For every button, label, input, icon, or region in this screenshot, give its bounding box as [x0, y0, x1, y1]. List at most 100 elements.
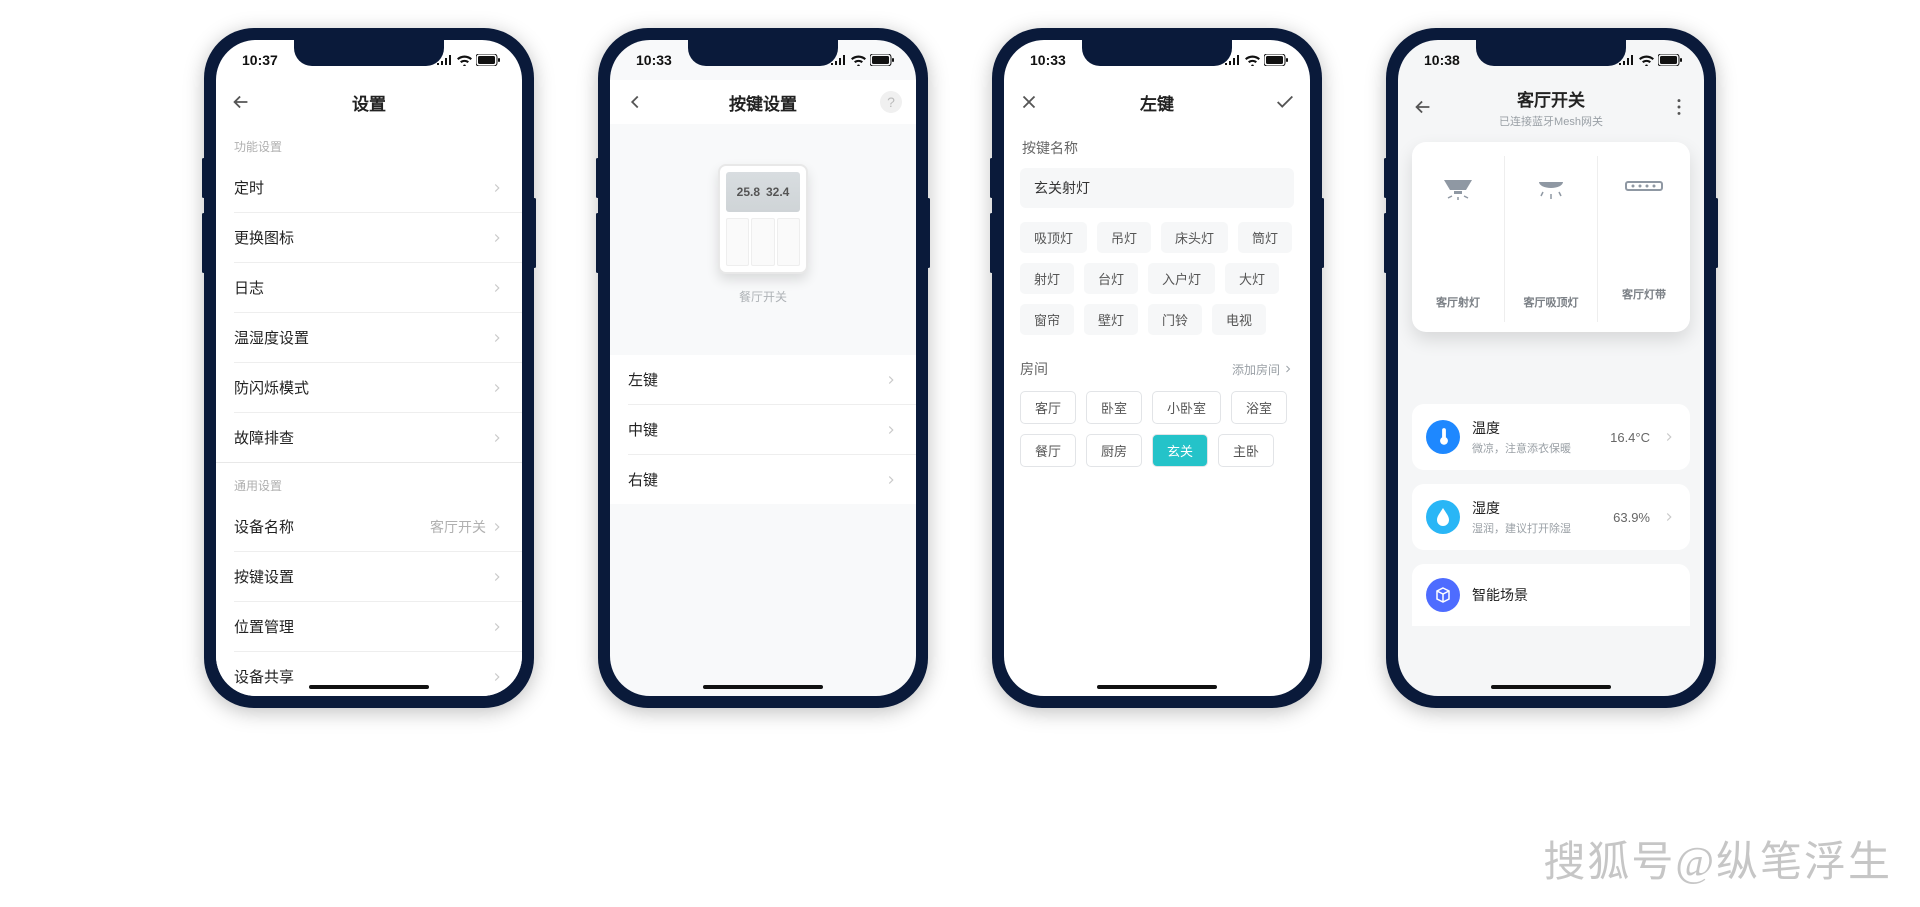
name-tag[interactable]: 入户灯 [1148, 263, 1215, 294]
settings-row[interactable]: 设备名称 客厅开关 [216, 502, 522, 551]
row-value: 客厅开关 [430, 517, 486, 537]
switch-2[interactable]: 客厅灯带 [1598, 156, 1690, 322]
switch-card: 客厅射灯 客厅吸顶灯 客厅灯带 [1412, 142, 1690, 332]
watermark: 搜狐号@纵笔浮生 [1543, 828, 1892, 889]
settings-row[interactable]: 日志 [216, 263, 522, 312]
humidity-row[interactable]: 湿度 湿润，建议打开除湿 63.9% [1412, 484, 1690, 550]
scene-row[interactable]: 智能场景 [1412, 564, 1690, 626]
name-tag[interactable]: 窗帘 [1020, 304, 1074, 335]
settings-row[interactable]: 位置管理 [216, 602, 522, 651]
settings-row[interactable]: 故障排查 [216, 413, 522, 462]
section-header-general: 通用设置 [216, 463, 522, 502]
key-name-input[interactable] [1020, 168, 1294, 208]
home-indicator[interactable] [309, 685, 429, 689]
room-tag[interactable]: 浴室 [1231, 391, 1287, 424]
confirm-button[interactable] [1274, 80, 1296, 124]
battery-icon [1264, 54, 1288, 66]
hum-title: 湿度 [1472, 498, 1601, 518]
switch-2-label: 客厅灯带 [1622, 286, 1666, 302]
room-tag[interactable]: 小卧室 [1152, 391, 1221, 424]
navbar: 左键 [1004, 80, 1310, 124]
name-tag[interactable]: 射灯 [1020, 263, 1074, 294]
key-row[interactable]: 左键 [610, 355, 916, 404]
name-tag[interactable]: 电视 [1212, 304, 1266, 335]
chevron-right-icon [490, 520, 504, 534]
name-tag[interactable]: 壁灯 [1084, 304, 1138, 335]
key-row[interactable]: 中键 [610, 405, 916, 454]
settings-row[interactable]: 更换图标 [216, 213, 522, 262]
spotlight-icon [1440, 176, 1476, 204]
chevron-right-icon [884, 423, 898, 437]
page-title: 客厅开关 [1499, 86, 1603, 111]
room-tag[interactable]: 厨房 [1086, 434, 1142, 467]
chevron-left-icon [624, 91, 646, 113]
switch-1[interactable]: 客厅吸顶灯 [1505, 156, 1598, 322]
name-tag[interactable]: 筒灯 [1238, 222, 1292, 253]
page-title: 左键 [1140, 90, 1174, 115]
chevron-right-icon [884, 373, 898, 387]
check-icon [1274, 91, 1296, 113]
back-button[interactable] [230, 80, 252, 124]
battery-icon [476, 54, 500, 66]
switch-0[interactable]: 客厅射灯 [1412, 156, 1505, 322]
navbar: 客厅开关 已连接蓝牙Mesh网关 [1398, 80, 1704, 134]
row-label: 设备名称 [234, 516, 294, 537]
name-tag[interactable]: 吊灯 [1097, 222, 1151, 253]
room-tag[interactable]: 餐厅 [1020, 434, 1076, 467]
room-tag[interactable]: 客厅 [1020, 391, 1076, 424]
home-indicator[interactable] [1097, 685, 1217, 689]
room-tag[interactable]: 玄关 [1152, 434, 1208, 467]
room-tag[interactable]: 主卧 [1218, 434, 1274, 467]
back-button[interactable] [1412, 80, 1434, 134]
phone-frame-1: 10:37 设置 功能设置 定时更换图标日志温湿度设置防闪烁模式故障排查 通用设… [204, 28, 534, 708]
close-button[interactable] [1018, 80, 1040, 124]
status-time: 10:33 [636, 52, 672, 68]
key-name-label: 按键名称 [1020, 124, 1294, 168]
settings-row[interactable]: 温湿度设置 [216, 313, 522, 362]
device-hum: 32.4 [766, 185, 789, 199]
light-strip-icon [1624, 176, 1664, 196]
chevron-right-icon [490, 570, 504, 584]
temp-title: 温度 [1472, 418, 1598, 438]
add-room-button[interactable]: 添加房间 [1232, 361, 1294, 378]
phone-frame-2: 10:33 按键设置 ? 25.8 [598, 28, 928, 708]
navbar: 按键设置 ? [610, 80, 916, 124]
name-tag[interactable]: 大灯 [1225, 263, 1279, 294]
wifi-icon [1639, 55, 1654, 66]
row-label: 温湿度设置 [234, 327, 309, 348]
temp-value: 16.4°C [1610, 430, 1650, 445]
key-row[interactable]: 右键 [610, 455, 916, 504]
key-label: 中键 [628, 419, 658, 440]
settings-list: 功能设置 定时更换图标日志温湿度设置防闪烁模式故障排查 通用设置 设备名称 客厅开… [216, 124, 522, 696]
name-tag[interactable]: 台灯 [1084, 263, 1138, 294]
settings-row[interactable]: 按键设置 [216, 552, 522, 601]
status-icons [1225, 54, 1288, 66]
page-title: 设置 [352, 90, 386, 115]
settings-row[interactable]: 定时 [216, 163, 522, 212]
phone-frame-3: 10:33 左键 按键名称 吸顶灯吊灯床头灯筒灯射灯台灯入 [992, 28, 1322, 708]
home-indicator[interactable] [1491, 685, 1611, 689]
status-icons [831, 54, 894, 66]
name-tag[interactable]: 门铃 [1148, 304, 1202, 335]
switch-0-label: 客厅射灯 [1436, 294, 1480, 310]
chevron-right-icon [884, 473, 898, 487]
status-time: 10:33 [1030, 52, 1066, 68]
back-button[interactable] [624, 80, 646, 124]
temp-row[interactable]: 温度 微凉，注意添衣保暖 16.4°C [1412, 404, 1690, 470]
room-tag[interactable]: 卧室 [1086, 391, 1142, 424]
arrow-left-icon [230, 91, 252, 113]
thermometer-icon [1426, 420, 1460, 454]
section-header-func: 功能设置 [216, 124, 522, 163]
droplet-icon [1426, 500, 1460, 534]
settings-row[interactable]: 设备共享 [216, 652, 522, 696]
settings-row[interactable]: 防闪烁模式 [216, 363, 522, 412]
device-image: 25.8 32.4 [718, 164, 808, 274]
chevron-right-icon [490, 431, 504, 445]
more-button[interactable] [1668, 80, 1690, 134]
name-tag[interactable]: 吸顶灯 [1020, 222, 1087, 253]
home-indicator[interactable] [703, 685, 823, 689]
help-button[interactable]: ? [880, 80, 902, 124]
device-preview: 25.8 32.4 餐厅开关 [610, 124, 916, 315]
room-label: 房间 [1020, 359, 1048, 379]
name-tag[interactable]: 床头灯 [1161, 222, 1228, 253]
